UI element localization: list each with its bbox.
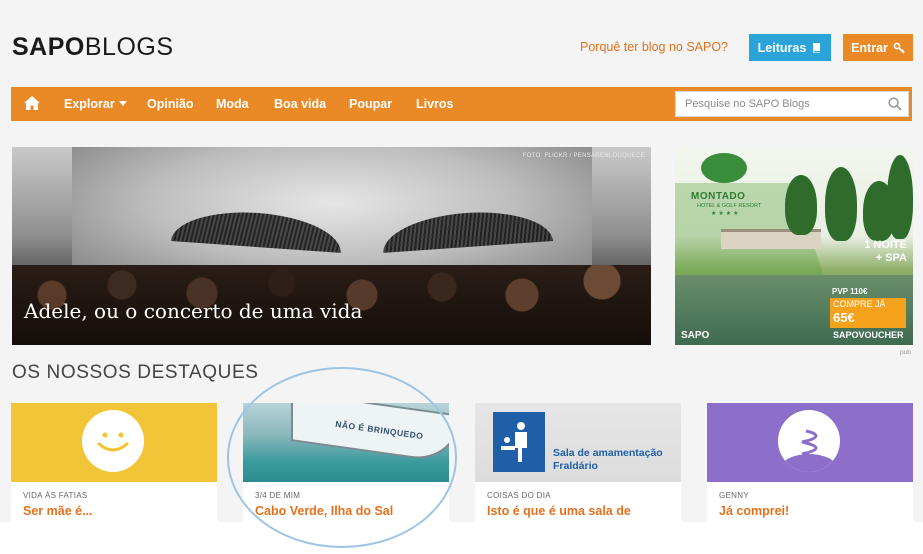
pub-label: pub — [900, 349, 911, 356]
search-icon[interactable] — [888, 97, 902, 111]
card-title[interactable]: Já comprei! — [719, 504, 789, 518]
sign-text: Sala de amamentação Fraldário — [553, 447, 663, 473]
card-title[interactable]: Isto é que é uma sala de — [487, 504, 631, 518]
ad-pvp: PVP 110€ — [832, 287, 868, 296]
card-category: COISAS DO DIA — [487, 491, 551, 500]
ad-tree — [887, 155, 913, 239]
card-image: NÃO É BRINQUEDO — [243, 403, 449, 482]
section-title: OS NOSSOS DESTAQUES — [12, 362, 259, 383]
nav-item-explorar[interactable]: Explorar — [64, 97, 127, 111]
card-title[interactable]: Cabo Verde, Ilha do Sal — [255, 504, 393, 518]
ad-tree — [825, 167, 857, 241]
ad-stars: ★★★★ — [711, 211, 741, 217]
card-image — [707, 403, 913, 482]
page-bottom — [0, 522, 923, 554]
sapo-blogs-logo[interactable]: SAPOBLOGS — [12, 33, 174, 62]
leituras-button[interactable]: Leituras — [749, 34, 831, 61]
home-icon[interactable] — [24, 96, 40, 110]
leituras-label: Leituras — [757, 40, 807, 55]
nav-item-moda[interactable]: Moda — [216, 97, 249, 111]
card-title[interactable]: Ser mãe é... — [23, 504, 93, 518]
ad-tree — [785, 175, 817, 235]
hero-title[interactable]: Adele, ou o concerto de uma vida — [24, 299, 362, 323]
ad-offer-line2: + SPA — [875, 252, 907, 264]
card-category: 3/4 DE MIM — [255, 491, 301, 500]
montado-logo-tree — [701, 153, 747, 183]
logo-light: BLOGS — [84, 33, 174, 61]
main-nav: Explorar Opinião Moda Boa vida Poupar Li… — [11, 87, 912, 121]
ad-price: 65€ — [833, 310, 855, 325]
card-category: VIDA ÀS FATIAS — [23, 491, 88, 500]
why-blog-link[interactable]: Porquê ter blog no SAPO? — [580, 40, 728, 54]
sign-text-line1: Sala de amamentação — [553, 447, 663, 459]
ad-offer: 1 NOITE + SPA — [864, 239, 907, 265]
page: SAPOBLOGS Porquê ter blog no SAPO? Leitu… — [0, 0, 923, 554]
ad-brand-sub: HOTEL & GOLF RESORT — [697, 203, 762, 209]
nav-label-explorar: Explorar — [64, 97, 115, 111]
ad-brand: MONTADO — [691, 191, 746, 202]
nav-item-livros[interactable]: Livros — [416, 97, 454, 111]
key-icon — [893, 42, 905, 54]
card-image: Sala de amamentação Fraldário — [475, 403, 681, 482]
spring-icon — [778, 410, 840, 472]
ad-compre: COMPRE JÁ — [833, 299, 886, 309]
card-image — [11, 403, 217, 482]
hero-feature[interactable]: FOTO: FLICKR / PENSARENLOUQUECE Adele, o… — [12, 147, 651, 345]
destaque-card[interactable]: NÃO É BRINQUEDO 3/4 DE MIM Cabo Verde, I… — [243, 403, 449, 523]
search-input[interactable] — [676, 92, 881, 116]
sign-text-line2: Fraldário — [553, 460, 598, 472]
ad-sapo: SAPO — [681, 330, 710, 341]
ad-banner[interactable]: MONTADO HOTEL & GOLF RESORT ★★★★ 1 NOITE… — [675, 147, 913, 345]
nav-item-poupar[interactable]: Poupar — [349, 97, 392, 111]
search-box — [675, 91, 909, 117]
chevron-down-icon — [118, 101, 127, 106]
nav-item-boa-vida[interactable]: Boa vida — [274, 97, 326, 111]
entrar-label: Entrar — [851, 40, 888, 55]
destaque-card[interactable]: VIDA ÀS FATIAS Ser mãe é... — [11, 403, 217, 523]
photo-credit: FOTO: FLICKR / PENSARENLOUQUECE — [522, 153, 645, 159]
nursing-room-sign-icon — [493, 412, 545, 472]
logo-bold: SAPO — [12, 33, 85, 61]
destaque-card[interactable]: GENNY Já comprei! — [707, 403, 913, 523]
boat-hull — [291, 403, 449, 465]
entrar-button[interactable]: Entrar — [843, 34, 913, 61]
book-icon — [813, 43, 821, 53]
nav-item-opiniao[interactable]: Opinião — [147, 97, 194, 111]
ad-offer-line1: 1 NOITE — [864, 239, 907, 251]
smiley-icon — [82, 410, 144, 472]
card-category: GENNY — [719, 491, 749, 500]
destaque-card[interactable]: Sala de amamentação Fraldário COISAS DO … — [475, 403, 681, 523]
ad-price-box: COMPRE JÁ 65€ — [830, 298, 906, 328]
ad-voucher: SAPOVOUCHER — [833, 330, 904, 340]
